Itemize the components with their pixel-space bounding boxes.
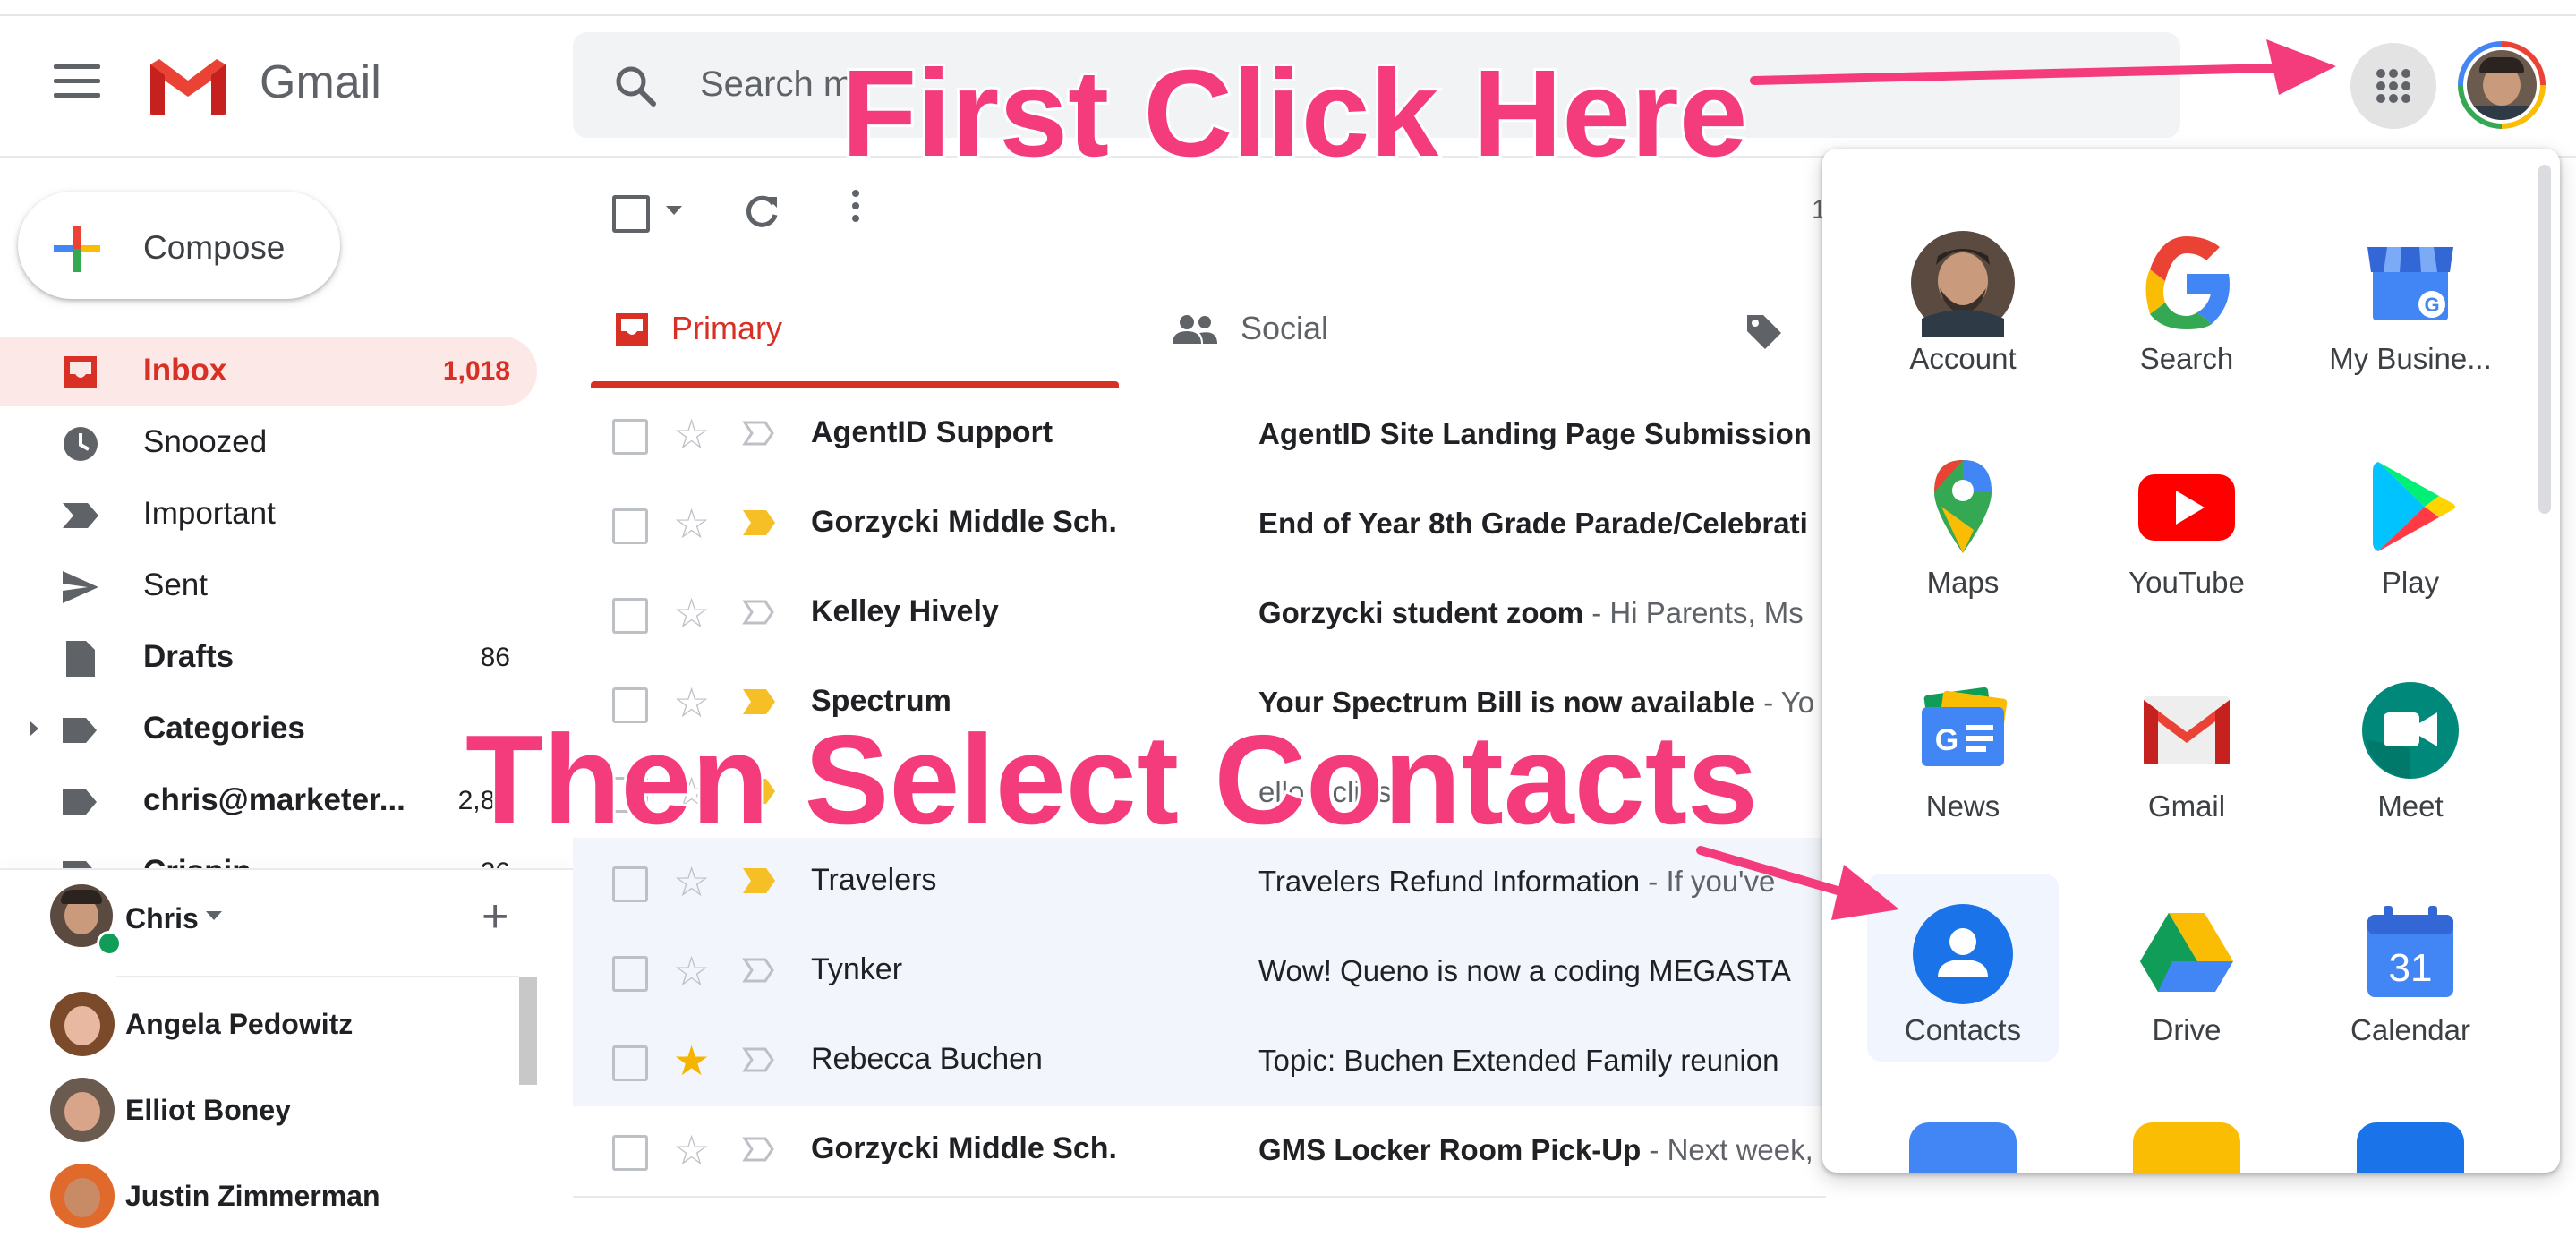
annotation-first-click: First Click Here [839, 42, 1750, 185]
annotation-select-contacts: Then Select Contacts [463, 706, 1761, 854]
